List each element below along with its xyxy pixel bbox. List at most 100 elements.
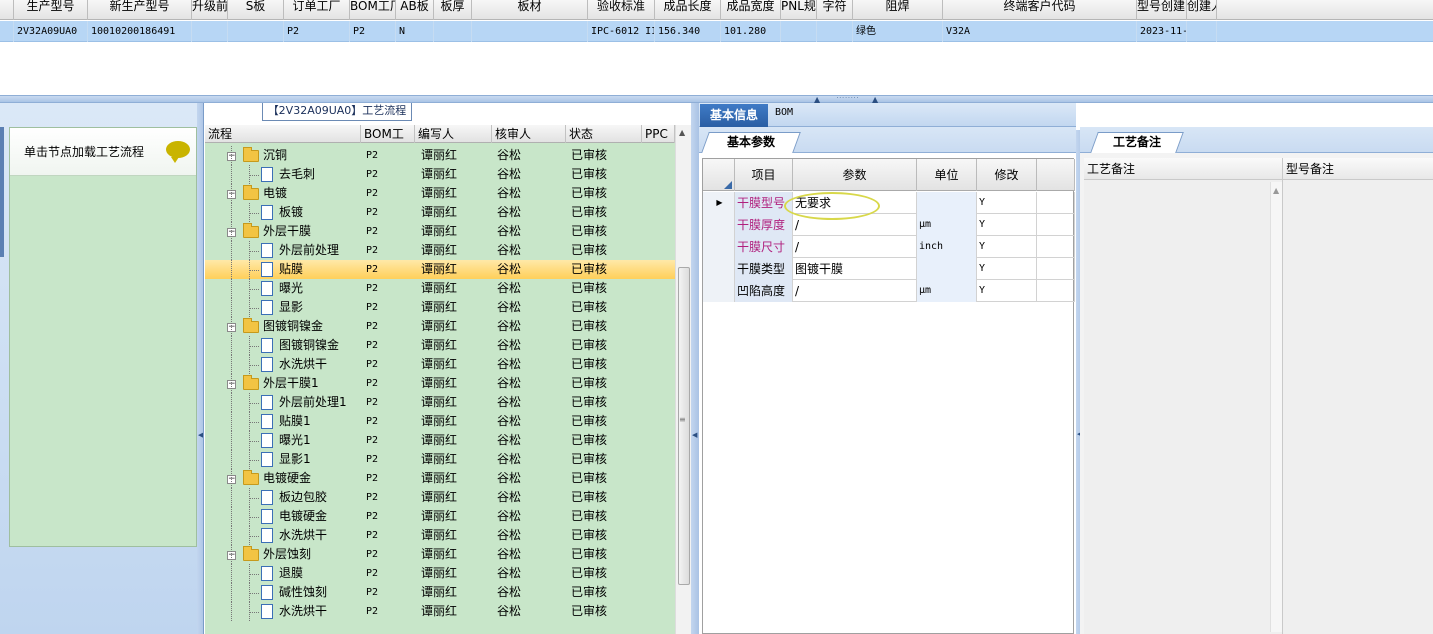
param-unit[interactable]: μm: [917, 214, 977, 236]
scroll-thumb[interactable]: [678, 267, 690, 585]
grid-cell[interactable]: [228, 21, 284, 42]
param-row[interactable]: 干膜尺寸 / inch Y: [703, 236, 1075, 258]
tree-node[interactable]: 外层前处理1 P2 谭丽红 谷松 已审核: [205, 393, 675, 412]
param-column-header[interactable]: 修改: [977, 159, 1037, 191]
tree-node[interactable]: 碱性蚀刻 P2 谭丽红 谷松 已审核: [205, 583, 675, 602]
grid-cell[interactable]: P2: [350, 21, 396, 42]
grid-cell[interactable]: 2V32A09UA0: [14, 21, 88, 42]
tree-column-header[interactable]: 状态: [566, 125, 642, 143]
tab-bom[interactable]: BOM: [775, 107, 793, 118]
tree-node[interactable]: 贴膜1 P2 谭丽红 谷松 已审核: [205, 412, 675, 431]
grid-cell[interactable]: IPC-6012 II级: [588, 21, 655, 42]
column-header[interactable]: 阻焊: [853, 0, 943, 20]
param-item[interactable]: 凹陷高度: [735, 280, 793, 302]
tree-node[interactable]: 水洗烘干 P2 谭丽红 谷松 已审核: [205, 526, 675, 545]
param-unit[interactable]: inch: [917, 236, 977, 258]
column-header[interactable]: 新生产型号: [88, 0, 192, 20]
tree-node[interactable]: 图镀铜镍金 P2 谭丽红 谷松 已审核: [205, 336, 675, 355]
grid-cell[interactable]: 10010200186491: [88, 21, 192, 42]
param-editable[interactable]: Y: [977, 236, 1037, 258]
tree-node[interactable]: − 沉铜 P2 谭丽红 谷松 已审核: [205, 146, 675, 165]
grid-cell[interactable]: [434, 21, 472, 42]
param-unit[interactable]: [917, 258, 977, 280]
param-column-header[interactable]: 参数: [793, 159, 917, 191]
param-row[interactable]: 凹陷高度 / μm Y: [703, 280, 1075, 302]
column-header[interactable]: PNL规格: [781, 0, 817, 20]
param-item[interactable]: 干膜尺寸: [735, 236, 793, 258]
param-item[interactable]: 干膜厚度: [735, 214, 793, 236]
column-header[interactable]: S板: [228, 0, 284, 20]
tree-node[interactable]: 显影1 P2 谭丽红 谷松 已审核: [205, 450, 675, 469]
grid-cell[interactable]: [1187, 21, 1217, 42]
tree-scrollbar[interactable]: ▲ ≡: [675, 125, 691, 634]
tree-node[interactable]: 去毛刺 P2 谭丽红 谷松 已审核: [205, 165, 675, 184]
column-header[interactable]: 创建人: [1187, 0, 1217, 20]
tree-node[interactable]: 曝光1 P2 谭丽红 谷松 已审核: [205, 431, 675, 450]
process-flow-tree[interactable]: − 沉铜 P2 谭丽红 谷松 已审核 去毛刺 P2 谭丽红 谷松 已审核 − 电镀 P2 谭丽红 谷松 已审核板…: [205, 143, 675, 634]
vertical-splitter-middle[interactable]: ◀: [691, 103, 699, 634]
param-column-header[interactable]: 项目: [735, 159, 793, 191]
tree-node[interactable]: − 图镀铜镍金 P2 谭丽红 谷松 已审核: [205, 317, 675, 336]
collapse-left-icon[interactable]: ◀: [692, 431, 697, 439]
tree-node[interactable]: 贴膜 P2 谭丽红 谷松 已审核: [205, 260, 675, 279]
param-item[interactable]: 干膜类型: [735, 258, 793, 280]
tree-node[interactable]: 板边包胶 P2 谭丽红 谷松 已审核: [205, 488, 675, 507]
tab-basic-info[interactable]: 基本信息: [700, 104, 768, 127]
tree-node[interactable]: − 外层干膜 P2 谭丽红 谷松 已审核: [205, 222, 675, 241]
param-editable[interactable]: Y: [977, 192, 1037, 214]
grid-cell[interactable]: 2023-11-17 11:59:10: [1137, 21, 1187, 42]
column-header[interactable]: 板厚: [434, 0, 472, 20]
grid-cell[interactable]: 绿色: [853, 21, 943, 42]
param-row[interactable]: 干膜厚度 / μm Y: [703, 214, 1075, 236]
row-selector[interactable]: [0, 21, 14, 42]
tree-node[interactable]: − 外层干膜1 P2 谭丽红 谷松 已审核: [205, 374, 675, 393]
tree-column-header[interactable]: 流程: [205, 125, 361, 143]
param-value[interactable]: /: [793, 236, 917, 258]
tab-process-remark[interactable]: 工艺备注: [1090, 132, 1184, 153]
column-header[interactable]: BOM工厂: [350, 0, 396, 20]
param-editable[interactable]: Y: [977, 280, 1037, 302]
scroll-up-icon[interactable]: ▲: [1273, 186, 1279, 195]
column-header[interactable]: 成品长度: [655, 0, 721, 20]
param-column-header[interactable]: 单位: [917, 159, 977, 191]
param-row[interactable]: 干膜类型 图镀干膜 Y: [703, 258, 1075, 280]
grid-cell[interactable]: [781, 21, 817, 42]
grid-cell[interactable]: N: [396, 21, 434, 42]
tree-node[interactable]: − 外层蚀刻 P2 谭丽红 谷松 已审核: [205, 545, 675, 564]
grid-cell[interactable]: [472, 21, 588, 42]
param-value[interactable]: /: [793, 280, 917, 302]
tree-node[interactable]: 曝光 P2 谭丽红 谷松 已审核: [205, 279, 675, 298]
column-header[interactable]: 验收标准: [588, 0, 655, 20]
load-flow-button[interactable]: 单击节点加载工艺流程: [10, 128, 196, 176]
tree-node[interactable]: − 电镀 P2 谭丽红 谷松 已审核: [205, 184, 675, 203]
param-editable[interactable]: Y: [977, 258, 1037, 280]
tree-column-header[interactable]: BOM工厂: [361, 125, 415, 159]
remark-scrollbar[interactable]: ▲: [1270, 182, 1282, 632]
tree-node[interactable]: 外层前处理 P2 谭丽红 谷松 已审核: [205, 241, 675, 260]
column-header[interactable]: 板材: [472, 0, 588, 20]
model-grid-row[interactable]: 2V32A09UA010010200186491P2P2NIPC-6012 II…: [0, 21, 1433, 42]
grid-cell[interactable]: V32A: [943, 21, 1137, 42]
column-header[interactable]: 终端客户代码: [943, 0, 1137, 20]
tree-node[interactable]: 显影 P2 谭丽红 谷松 已审核: [205, 298, 675, 317]
tree-node[interactable]: 水洗烘干 P2 谭丽红 谷松 已审核: [205, 602, 675, 621]
grid-cell[interactable]: [192, 21, 228, 42]
param-editable[interactable]: Y: [977, 214, 1037, 236]
horizontal-splitter[interactable]: ▲ ········ ▲: [0, 95, 1433, 104]
column-header[interactable]: 字符: [817, 0, 853, 20]
tree-column-header[interactable]: 核审人: [492, 125, 566, 143]
column-header[interactable]: AB板: [396, 0, 434, 20]
tree-column-header[interactable]: PPC: [642, 125, 675, 143]
tree-node[interactable]: 退膜 P2 谭丽红 谷松 已审核: [205, 564, 675, 583]
tree-column-header[interactable]: 编写人: [415, 125, 492, 143]
tree-node[interactable]: − 电镀硬金 P2 谭丽红 谷松 已审核: [205, 469, 675, 488]
column-header[interactable]: 生产型号: [14, 0, 88, 20]
column-header[interactable]: 成品宽度: [721, 0, 781, 20]
grid-cell[interactable]: [817, 21, 853, 42]
grid-cell[interactable]: 101.280: [721, 21, 781, 42]
param-unit[interactable]: [917, 192, 977, 214]
tree-node[interactable]: 水洗烘干 P2 谭丽红 谷松 已审核: [205, 355, 675, 374]
tree-node[interactable]: 电镀硬金 P2 谭丽红 谷松 已审核: [205, 507, 675, 526]
grid-cell[interactable]: 156.340: [655, 21, 721, 42]
column-header[interactable]: 升级前旧生产型号: [192, 0, 228, 20]
